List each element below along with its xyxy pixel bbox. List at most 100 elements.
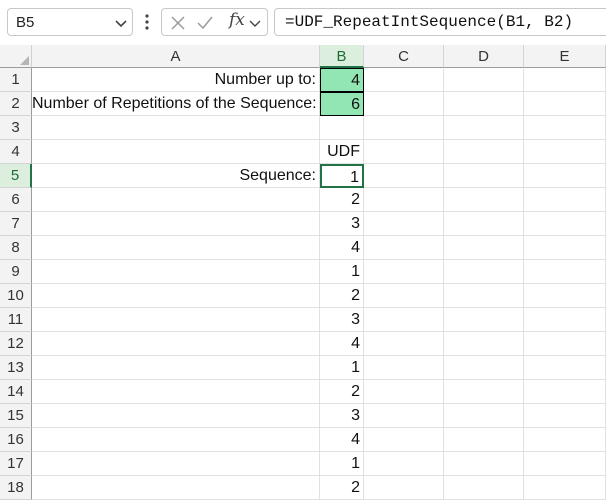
column-header-a[interactable]: A xyxy=(32,45,320,68)
cell-b16[interactable]: 4 xyxy=(320,428,364,452)
cell-e15[interactable] xyxy=(524,404,606,428)
cell-b18[interactable]: 2 xyxy=(320,476,364,500)
row-header-1[interactable]: 1 xyxy=(0,68,32,92)
cell-b17[interactable]: 1 xyxy=(320,452,364,476)
column-header-b[interactable]: B xyxy=(320,45,364,68)
cell-b4[interactable]: UDF xyxy=(320,140,364,164)
cell-d10[interactable] xyxy=(444,284,524,308)
cell-b11[interactable]: 3 xyxy=(320,308,364,332)
more-options-icon[interactable] xyxy=(142,12,152,32)
cell-c5[interactable] xyxy=(364,164,444,188)
select-all-corner[interactable] xyxy=(0,45,32,68)
column-header-d[interactable]: D xyxy=(444,45,524,68)
cell-c18[interactable] xyxy=(364,476,444,500)
function-icon[interactable]: fx xyxy=(229,10,245,30)
cell-a13[interactable] xyxy=(32,356,320,380)
cell-c8[interactable] xyxy=(364,236,444,260)
cell-a12[interactable] xyxy=(32,332,320,356)
row-header-15[interactable]: 15 xyxy=(0,404,32,428)
row-header-8[interactable]: 8 xyxy=(0,236,32,260)
row-header-16[interactable]: 16 xyxy=(0,428,32,452)
cell-b10[interactable]: 2 xyxy=(320,284,364,308)
cell-e12[interactable] xyxy=(524,332,606,356)
row-header-9[interactable]: 9 xyxy=(0,260,32,284)
cell-c9[interactable] xyxy=(364,260,444,284)
cell-c12[interactable] xyxy=(364,332,444,356)
cell-c10[interactable] xyxy=(364,284,444,308)
cell-e11[interactable] xyxy=(524,308,606,332)
cell-d13[interactable] xyxy=(444,356,524,380)
formula-input[interactable]: =UDF_RepeatIntSequence(B1, B2) xyxy=(274,8,606,36)
chevron-down-icon[interactable] xyxy=(248,14,262,32)
cell-c6[interactable] xyxy=(364,188,444,212)
cell-a15[interactable] xyxy=(32,404,320,428)
cell-a3[interactable] xyxy=(32,116,320,140)
cell-d2[interactable] xyxy=(444,92,524,116)
cell-b9[interactable]: 1 xyxy=(320,260,364,284)
cell-e9[interactable] xyxy=(524,260,606,284)
cell-b7[interactable]: 3 xyxy=(320,212,364,236)
cell-e10[interactable] xyxy=(524,284,606,308)
row-header-17[interactable]: 17 xyxy=(0,452,32,476)
row-header-14[interactable]: 14 xyxy=(0,380,32,404)
cell-c14[interactable] xyxy=(364,380,444,404)
row-header-6[interactable]: 6 xyxy=(0,188,32,212)
cell-d14[interactable] xyxy=(444,380,524,404)
cell-e8[interactable] xyxy=(524,236,606,260)
row-header-3[interactable]: 3 xyxy=(0,116,32,140)
cell-e17[interactable] xyxy=(524,452,606,476)
column-header-c[interactable]: C xyxy=(364,45,444,68)
cell-e1[interactable] xyxy=(524,68,606,92)
cell-e14[interactable] xyxy=(524,380,606,404)
cell-c17[interactable] xyxy=(364,452,444,476)
cell-b15[interactable]: 3 xyxy=(320,404,364,428)
cell-d18[interactable] xyxy=(444,476,524,500)
cell-b5[interactable]: 1 xyxy=(320,164,364,188)
cell-d8[interactable] xyxy=(444,236,524,260)
cell-b8[interactable]: 4 xyxy=(320,236,364,260)
cell-e4[interactable] xyxy=(524,140,606,164)
cell-a5[interactable]: Sequence: xyxy=(32,164,320,188)
row-header-12[interactable]: 12 xyxy=(0,332,32,356)
cell-a2[interactable]: Number of Repetitions of the Sequence: xyxy=(32,92,320,116)
cell-a4[interactable] xyxy=(32,140,320,164)
cell-a10[interactable] xyxy=(32,284,320,308)
cell-b2[interactable]: 6 xyxy=(320,92,364,116)
cell-d6[interactable] xyxy=(444,188,524,212)
cell-c11[interactable] xyxy=(364,308,444,332)
row-header-4[interactable]: 4 xyxy=(0,140,32,164)
row-header-2[interactable]: 2 xyxy=(0,92,32,116)
cell-a16[interactable] xyxy=(32,428,320,452)
column-header-e[interactable]: E xyxy=(524,45,606,68)
cell-a14[interactable] xyxy=(32,380,320,404)
cell-c3[interactable] xyxy=(364,116,444,140)
cell-d17[interactable] xyxy=(444,452,524,476)
row-header-5[interactable]: 5 xyxy=(0,164,32,188)
cell-d3[interactable] xyxy=(444,116,524,140)
cell-d12[interactable] xyxy=(444,332,524,356)
row-header-13[interactable]: 13 xyxy=(0,356,32,380)
row-header-11[interactable]: 11 xyxy=(0,308,32,332)
cell-b6[interactable]: 2 xyxy=(320,188,364,212)
cell-e18[interactable] xyxy=(524,476,606,500)
cell-a1[interactable]: Number up to: xyxy=(32,68,320,92)
cell-d5[interactable] xyxy=(444,164,524,188)
cell-b1[interactable]: 4 xyxy=(320,68,364,92)
cell-a17[interactable] xyxy=(32,452,320,476)
cell-e7[interactable] xyxy=(524,212,606,236)
cell-a9[interactable] xyxy=(32,260,320,284)
row-header-18[interactable]: 18 xyxy=(0,476,32,500)
cell-e5[interactable] xyxy=(524,164,606,188)
cell-c15[interactable] xyxy=(364,404,444,428)
cell-e2[interactable] xyxy=(524,92,606,116)
cell-d7[interactable] xyxy=(444,212,524,236)
cell-d1[interactable] xyxy=(444,68,524,92)
cell-d9[interactable] xyxy=(444,260,524,284)
cell-b12[interactable]: 4 xyxy=(320,332,364,356)
cell-c1[interactable] xyxy=(364,68,444,92)
cell-c2[interactable] xyxy=(364,92,444,116)
cell-d11[interactable] xyxy=(444,308,524,332)
cell-a18[interactable] xyxy=(32,476,320,500)
chevron-down-icon[interactable] xyxy=(114,16,128,30)
cell-b13[interactable]: 1 xyxy=(320,356,364,380)
